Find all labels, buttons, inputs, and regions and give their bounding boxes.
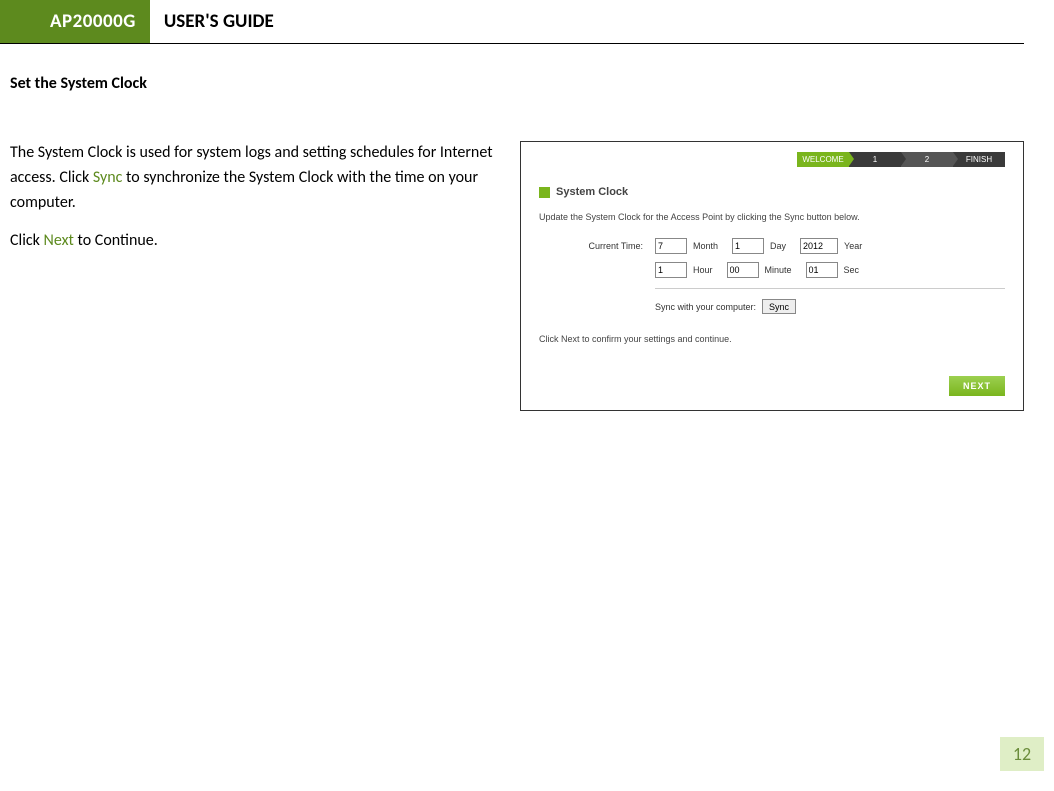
heading-marker-icon <box>539 187 550 198</box>
step-1[interactable]: 1 <box>849 152 901 167</box>
year-unit: Year <box>844 241 862 251</box>
day-input[interactable] <box>732 238 764 254</box>
page-header: AP20000G USER'S GUIDE <box>0 0 1024 44</box>
sync-label: Sync with your computer: <box>655 302 756 312</box>
step-welcome[interactable]: WELCOME <box>797 152 849 167</box>
day-unit: Day <box>770 241 786 251</box>
sec-unit: Sec <box>844 265 860 275</box>
month-input[interactable] <box>655 238 687 254</box>
sec-input[interactable] <box>806 262 838 278</box>
instruction-text: The System Clock is used for system logs… <box>10 141 500 411</box>
p2-text-b: to Continue. <box>74 231 158 250</box>
confirm-text: Click Next to confirm your settings and … <box>539 334 1005 344</box>
minute-input[interactable] <box>727 262 759 278</box>
product-badge: AP20000G <box>0 0 150 43</box>
sync-link-text: Sync <box>93 168 123 187</box>
step-2[interactable]: 2 <box>901 152 953 167</box>
panel-heading: System Clock <box>556 186 628 198</box>
year-input[interactable] <box>800 238 838 254</box>
next-button[interactable]: NEXT <box>949 376 1005 396</box>
system-clock-panel: WELCOME 1 2 FINISH System Clock Update t… <box>520 141 1024 411</box>
hour-unit: Hour <box>693 265 713 275</box>
guide-title: USER'S GUIDE <box>150 10 274 33</box>
next-link-text: Next <box>44 231 74 250</box>
current-time-label: Current Time: <box>579 241 649 251</box>
section-title: Set the System Clock <box>10 74 1024 93</box>
wizard-steps: WELCOME 1 2 FINISH <box>797 152 1005 167</box>
minute-unit: Minute <box>765 265 792 275</box>
page-number: 12 <box>1000 737 1044 771</box>
hour-input[interactable] <box>655 262 687 278</box>
p2-text-a: Click <box>10 231 44 250</box>
divider <box>655 288 1005 289</box>
sync-button[interactable]: Sync <box>762 299 796 314</box>
panel-description: Update the System Clock for the Access P… <box>539 212 1005 222</box>
step-finish[interactable]: FINISH <box>953 152 1005 167</box>
month-unit: Month <box>693 241 718 251</box>
